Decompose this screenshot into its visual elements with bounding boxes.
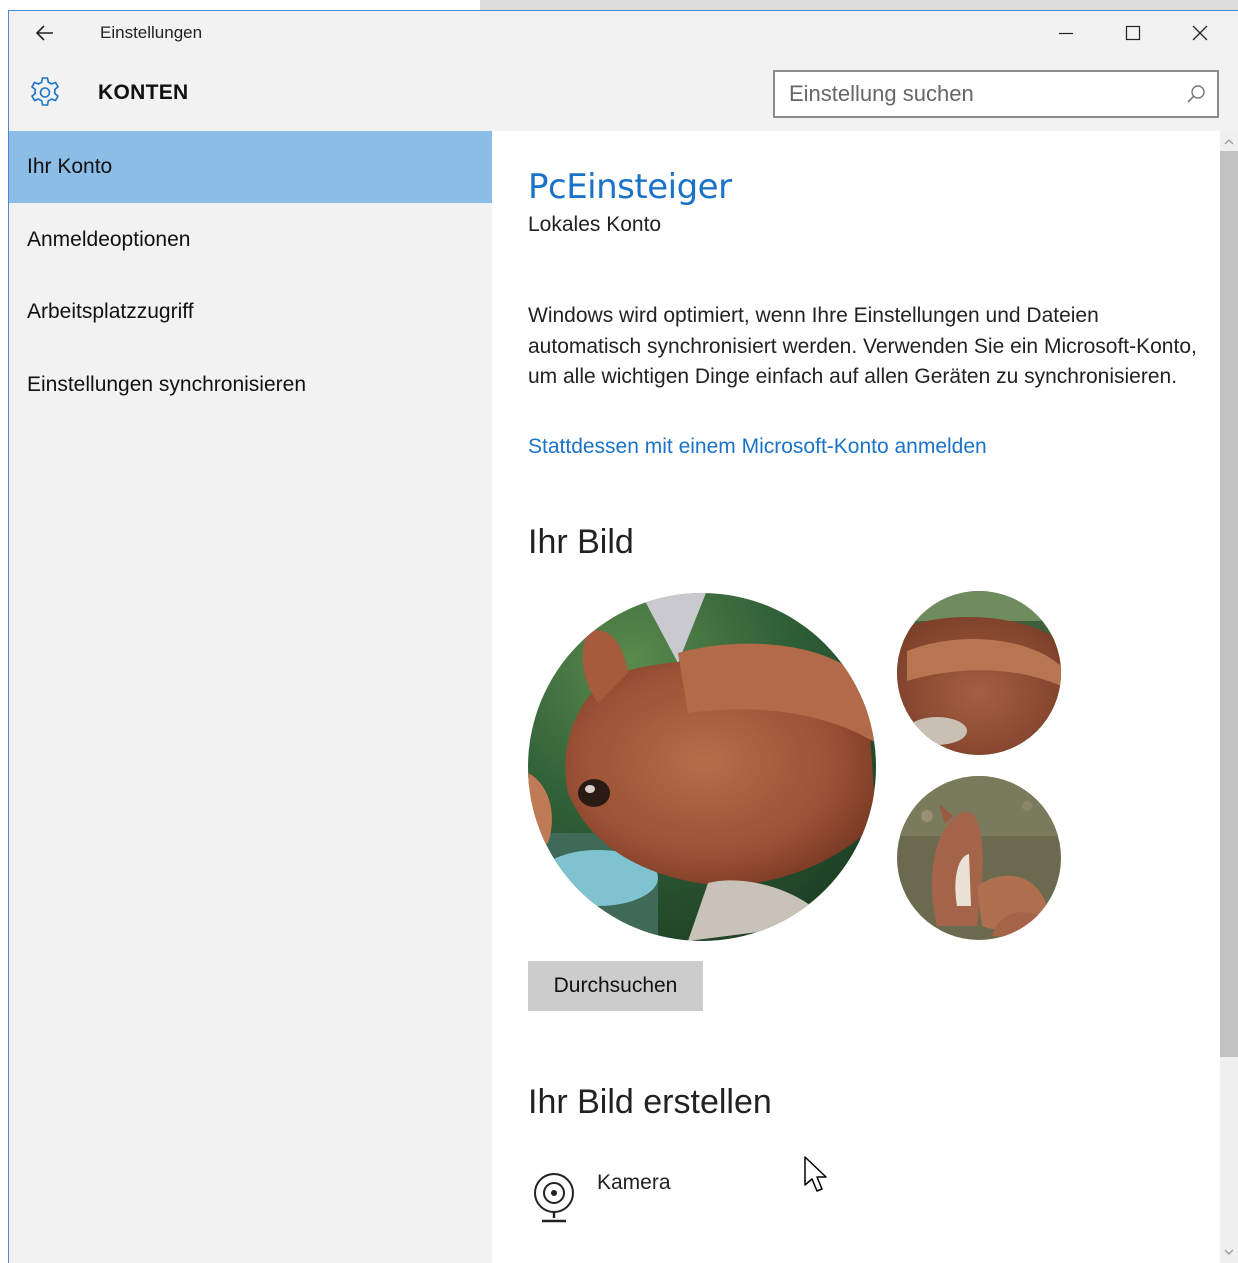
scroll-up-button[interactable] xyxy=(1220,135,1238,149)
browse-button[interactable]: Durchsuchen xyxy=(528,961,703,1011)
close-button[interactable] xyxy=(1167,11,1233,55)
title-bar: Einstellungen xyxy=(9,11,1238,55)
gear-icon xyxy=(30,77,60,106)
microsoft-account-link[interactable]: Stattdessen mit einem Microsoft-Konto an… xyxy=(528,435,987,459)
previous-picture-2[interactable] xyxy=(897,776,1061,940)
sidebar-item-einstellungen-synchronisieren[interactable]: Einstellungen synchronisieren xyxy=(9,349,492,421)
sync-info-text: Windows wird optimiert, wenn Ihre Einste… xyxy=(528,304,1197,388)
minimize-button[interactable] xyxy=(1033,11,1099,55)
create-picture-heading: Ihr Bild erstellen xyxy=(528,1083,772,1121)
previous-picture-1[interactable] xyxy=(897,591,1061,755)
vertical-scrollbar[interactable] xyxy=(1220,131,1238,1263)
search-box[interactable] xyxy=(773,70,1219,118)
sidebar: Ihr Konto Anmeldeoptionen Arbeitsplatzzu… xyxy=(9,131,492,1263)
profile-picture-main xyxy=(528,593,876,941)
main-content: PcEinsteiger Lokales Konto Windows wird … xyxy=(492,131,1220,1263)
section-title: KONTEN xyxy=(98,81,189,104)
sidebar-item-arbeitsplatzzugriff[interactable]: Arbeitsplatzzugriff xyxy=(9,276,492,348)
sidebar-item-anmeldeoptionen[interactable]: Anmeldeoptionen xyxy=(9,204,492,276)
search-input[interactable] xyxy=(789,72,1169,116)
chevron-up-icon xyxy=(1224,139,1234,145)
account-name: PcEinsteiger xyxy=(528,167,732,207)
chevron-down-icon xyxy=(1224,1249,1234,1255)
window-title: Einstellungen xyxy=(100,23,203,42)
scrollbar-thumb[interactable] xyxy=(1220,151,1238,1057)
picture-heading: Ihr Bild xyxy=(528,523,634,561)
sidebar-item-ihr-konto[interactable]: Ihr Konto xyxy=(9,131,492,203)
settings-header: KONTEN xyxy=(9,55,1238,131)
search-icon[interactable] xyxy=(1185,83,1207,105)
camera-label[interactable]: Kamera xyxy=(597,1171,671,1195)
back-arrow-icon xyxy=(35,25,53,41)
maximize-icon xyxy=(1125,25,1141,41)
account-type: Lokales Konto xyxy=(528,213,662,236)
scroll-down-button[interactable] xyxy=(1220,1245,1238,1259)
minimize-icon xyxy=(1059,32,1073,35)
camera-icon[interactable] xyxy=(528,1169,580,1225)
back-button[interactable] xyxy=(31,19,59,47)
close-icon xyxy=(1192,25,1208,41)
maximize-button[interactable] xyxy=(1100,11,1166,55)
background-window-edge xyxy=(480,0,1238,10)
